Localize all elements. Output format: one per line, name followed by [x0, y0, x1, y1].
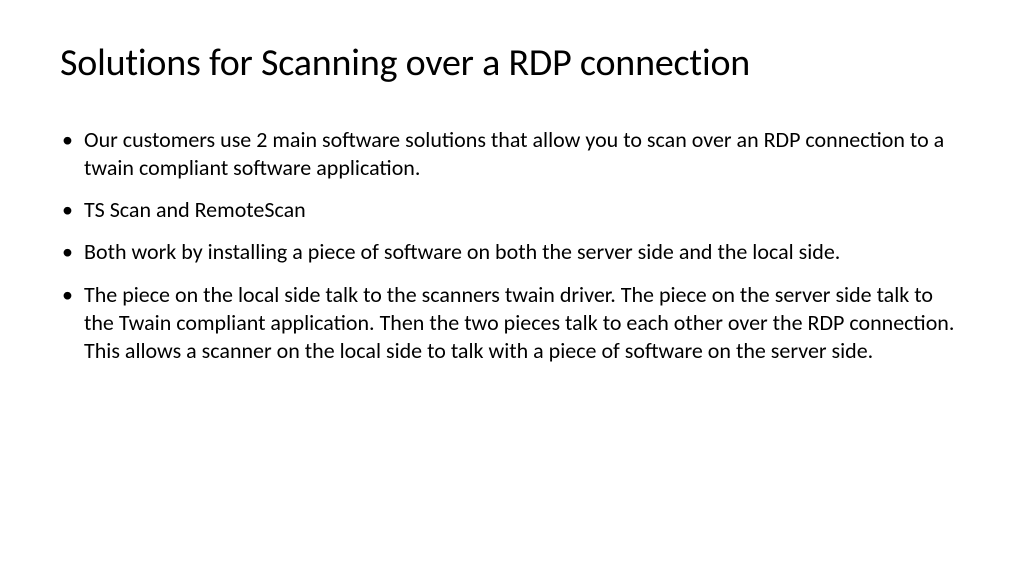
bullet-list: Our customers use 2 main software soluti… — [60, 126, 964, 365]
slide-title: Solutions for Scanning over a RDP connec… — [60, 40, 964, 86]
list-item: The piece on the local side talk to the … — [60, 281, 964, 365]
slide: Solutions for Scanning over a RDP connec… — [0, 0, 1024, 576]
list-item: TS Scan and RemoteScan — [60, 196, 964, 224]
list-item: Our customers use 2 main software soluti… — [60, 126, 964, 182]
list-item: Both work by installing a piece of softw… — [60, 238, 964, 266]
